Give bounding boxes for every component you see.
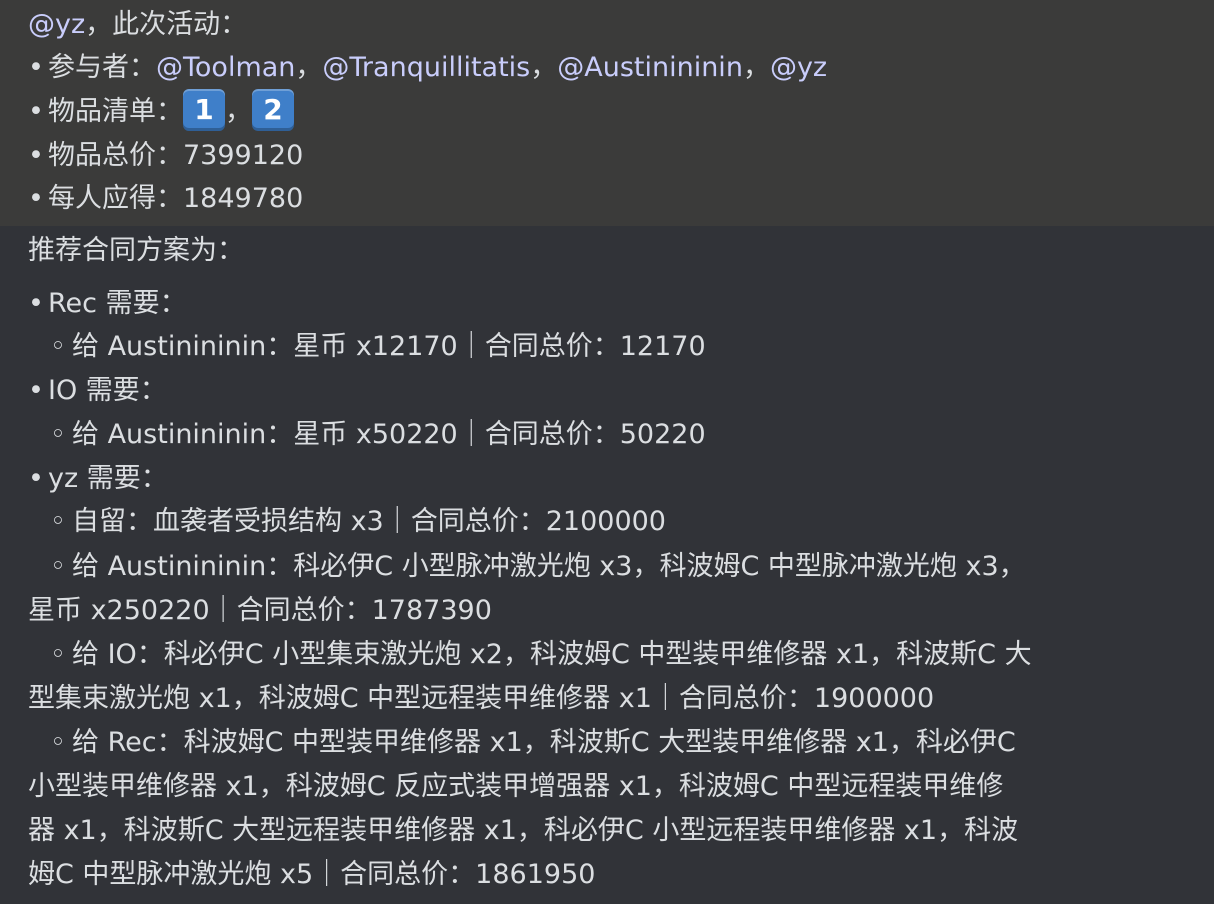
bullet: • — [28, 463, 44, 494]
participants-label: 参与者： — [48, 52, 156, 83]
plan-yz-heading: • yz 需要： — [0, 457, 168, 501]
plan-yz-give-io-cont: 型集束激光炮 x1，科波姆C 中型远程装甲维修器 x1｜合同总价：1900000 — [28, 683, 935, 714]
plan-yz-give-rec: ◦ 给 Rec：科波姆C 中型装甲维修器 x1，科波斯C 大型装甲维修器 x1，科… — [0, 721, 1016, 765]
total-price-line: • 物品总价：7399120 — [0, 134, 303, 178]
plan-yz-give-austinininin: ◦ 给 Austinininin：科必伊C 小型脉冲激光炮 x3，科波姆C 中型脉… — [0, 545, 1026, 589]
mention-yz[interactable]: @yz — [28, 9, 85, 40]
items-label: 物品清单： — [48, 96, 183, 127]
plan-io-heading: • IO 需要： — [0, 369, 167, 413]
plan-yz-give-rec-cont-1: 小型装甲维修器 x1，科波姆C 反应式装甲增强器 x1，科波姆C 中型远程装甲维… — [28, 771, 1004, 802]
plan-rec-give-austinininin: ◦ 给 Austinininin：星币 x12170｜合同总价：12170 — [0, 325, 706, 369]
sub-bullet: ◦ — [50, 506, 66, 537]
sep: ， — [530, 52, 558, 83]
plan-yz-keep: ◦ 自留：血袭者受损结构 x3｜合同总价：2100000 — [0, 500, 666, 544]
plan-rec-heading: • Rec 需要： — [0, 282, 187, 326]
sub-bullet: ◦ — [50, 727, 66, 758]
mention-tranquillitatis[interactable]: @Tranquillitatis — [322, 52, 530, 83]
plan-yz-give-rec-cont-3: 姆C 中型脉冲激光炮 x5｜合同总价：1861950 — [28, 859, 596, 890]
total-value: 7399120 — [183, 140, 304, 171]
sep: ， — [295, 52, 323, 83]
plan-yz-give-rec-cont-2: 器 x1，科波斯C 大型远程装甲维修器 x1，科必伊C 小型远程装甲维修器 x1… — [28, 815, 1019, 846]
keycap-two-emoji[interactable]: 2 — [252, 88, 294, 131]
chat-message: @yz，此次活动： • 参与者：@Toolman，@Tranquillitatis… — [0, 0, 1214, 904]
share-line: • 每人应得：1849780 — [0, 177, 303, 221]
plan-yz-give-io: ◦ 给 IO：科必伊C 小型集束激光炮 x2，科波姆C 中型装甲维修器 x1，科波… — [0, 633, 1032, 677]
mention-yz[interactable]: @yz — [770, 52, 827, 83]
share-label: 每人应得： — [48, 183, 183, 214]
participants-line: • 参与者：@Toolman，@Tranquillitatis，@Austinin… — [0, 46, 827, 90]
sub-bullet: ◦ — [50, 419, 66, 450]
bullet: • — [28, 140, 44, 171]
plan-io-give-austinininin: ◦ 给 Austinininin：星币 x50220｜合同总价：50220 — [0, 413, 706, 457]
sub-bullet: ◦ — [50, 639, 66, 670]
item-list-line: • 物品清单： 1， 2 — [0, 88, 294, 134]
bullet: • — [28, 375, 44, 406]
bullet: • — [28, 52, 44, 83]
plan-yz-give-austinininin-cont: 星币 x250220｜合同总价：1787390 — [28, 595, 492, 626]
sub-bullet: ◦ — [50, 331, 66, 362]
mention-austinininin[interactable]: @Austinininin — [557, 52, 743, 83]
bullet: • — [28, 288, 44, 319]
bullet: • — [28, 96, 44, 127]
share-value: 1849780 — [183, 183, 304, 214]
plan-title: 推荐合同方案为： — [28, 235, 244, 266]
total-label: 物品总价： — [48, 140, 183, 171]
sep: ， — [225, 96, 252, 127]
intro-text: ，此次活动： — [85, 9, 248, 40]
keycap-one-emoji[interactable]: 1 — [183, 88, 225, 131]
activity-intro-line: @yz，此次活动： — [0, 3, 247, 47]
mention-toolman[interactable]: @Toolman — [156, 52, 295, 83]
sep: ， — [742, 52, 770, 83]
sub-bullet: ◦ — [50, 551, 66, 582]
bullet: • — [28, 183, 44, 214]
